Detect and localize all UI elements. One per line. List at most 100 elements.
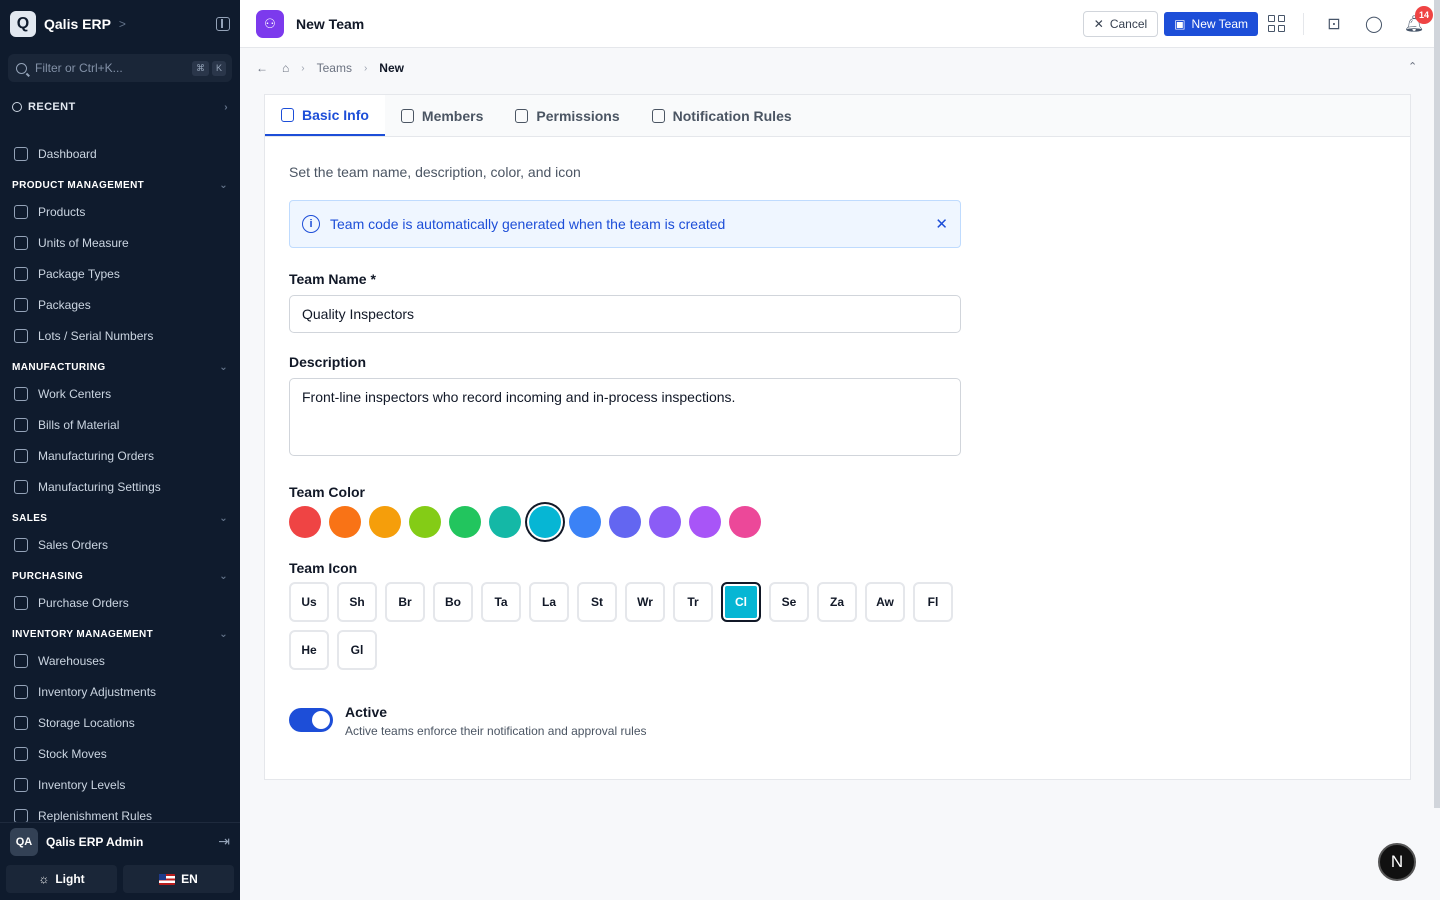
sidebar-item[interactable]: Replenishment Rules [0, 800, 240, 822]
nav-item-icon [14, 448, 28, 463]
chevron-down-icon: ⌄ [219, 362, 228, 373]
description-textarea[interactable]: Front-line inspectors who record incomin… [289, 378, 961, 456]
sidebar-item[interactable]: Storage Locations [0, 707, 240, 738]
nav-section-header[interactable]: INVENTORY MANAGEMENT ⌄ [0, 624, 240, 645]
sidebar-item[interactable]: Manufacturing Orders [0, 440, 240, 471]
nav-section-header[interactable]: MANUFACTURING ⌄ [0, 357, 240, 378]
tab-notification-rules[interactable]: Notification Rules [636, 95, 808, 136]
color-swatch[interactable] [529, 506, 561, 538]
nav-item-icon [14, 266, 28, 281]
icon-option[interactable]: Tr [673, 582, 713, 622]
tab-members[interactable]: Members [385, 95, 499, 136]
team-name-input[interactable]: Quality Inspectors [289, 295, 961, 333]
scrollbar[interactable] [1434, 0, 1440, 808]
bot-icon[interactable]: ⊡ [1324, 14, 1344, 34]
tab-bar: Basic Info Members Permissions Notification… [265, 95, 1410, 137]
language-button[interactable]: EN [123, 865, 234, 893]
sidebar-item[interactable]: Stock Moves [0, 738, 240, 769]
color-swatch[interactable] [449, 506, 481, 538]
color-swatch[interactable] [369, 506, 401, 538]
icon-option[interactable]: Se [769, 582, 809, 622]
icon-option[interactable]: Bo [433, 582, 473, 622]
info-alert: i Team code is automatically generated w… [289, 200, 961, 248]
color-swatch[interactable] [649, 506, 681, 538]
sidebar-item[interactable]: Package Types [0, 258, 240, 289]
sidebar-item[interactable]: Packages [0, 289, 240, 320]
nav-section-header[interactable]: PRODUCT MANAGEMENT ⌄ [0, 175, 240, 196]
breadcrumb: ← ⌂ › Teams › New [256, 58, 404, 78]
color-swatch[interactable] [729, 506, 761, 538]
us-flag-icon [159, 873, 176, 885]
users-icon [400, 108, 414, 123]
icon-option[interactable]: Za [817, 582, 857, 622]
sidebar-item-label: Stock Moves [38, 746, 107, 761]
color-swatch[interactable] [409, 506, 441, 538]
icon-option[interactable]: He [289, 630, 329, 670]
color-swatch[interactable] [329, 506, 361, 538]
alert-text: Team code is automatically generated whe… [330, 216, 726, 232]
nav-item-icon [14, 235, 28, 250]
icon-option[interactable]: Cl [721, 582, 761, 622]
close-icon[interactable]: ✕ [935, 215, 948, 233]
avatar: QA [10, 827, 38, 856]
color-swatch[interactable] [689, 506, 721, 538]
nav-section-title: PURCHASING [12, 571, 84, 582]
recent-toggle[interactable]: RECENT › [0, 96, 240, 118]
home-icon[interactable]: ⌂ [282, 61, 289, 75]
sidebar-item[interactable]: Work Centers [0, 378, 240, 409]
sidebar-item-dashboard[interactable]: Dashboard [0, 138, 240, 169]
icon-option[interactable]: Aw [865, 582, 905, 622]
tab-permissions[interactable]: Permissions [499, 95, 635, 136]
sidebar-item[interactable]: Inventory Adjustments [0, 676, 240, 707]
logout-icon[interactable]: ⇥ [218, 833, 230, 850]
user-menu[interactable]: QA Qalis ERP Admin ⇥ [0, 822, 240, 860]
icon-option[interactable]: Us [289, 582, 329, 622]
sidebar-item[interactable]: Sales Orders [0, 529, 240, 560]
cancel-button[interactable]: ✕ Cancel [1082, 10, 1159, 37]
sidebar-item[interactable]: Bills of Material [0, 409, 240, 440]
color-swatch[interactable] [569, 506, 601, 538]
sidebar-item[interactable]: Warehouses [0, 645, 240, 676]
icon-option[interactable]: Wr [625, 582, 665, 622]
icon-option[interactable]: Gl [337, 630, 377, 670]
chat-icon[interactable]: ◯ [1364, 14, 1384, 34]
chevron-up-icon[interactable]: ⌃ [1408, 60, 1417, 73]
active-toggle[interactable] [289, 708, 333, 732]
team-color-label: Team Color [289, 484, 365, 500]
icon-option[interactable]: Fl [913, 582, 953, 622]
user-name: Qalis ERP Admin [46, 834, 144, 849]
app-logo: Q [10, 11, 36, 37]
tab-label: Basic Info [302, 106, 369, 123]
sidebar-collapse-icon[interactable] [216, 17, 230, 31]
icon-option[interactable]: Br [385, 582, 425, 622]
color-swatch[interactable] [609, 506, 641, 538]
theme-toggle-button[interactable]: ☼ Light [6, 865, 117, 893]
color-swatch[interactable] [489, 506, 521, 538]
chevron-right-icon[interactable]: > [119, 17, 126, 31]
sidebar-item-label: Bills of Material [38, 417, 120, 432]
save-team-button[interactable]: ▣ New Team [1164, 11, 1258, 36]
icon-option[interactable]: St [577, 582, 617, 622]
brand[interactable]: Q Qalis ERP > [0, 0, 240, 48]
sidebar-item[interactable]: Lots / Serial Numbers [0, 320, 240, 351]
sidebar-item[interactable]: Manufacturing Settings [0, 471, 240, 502]
nav-section-header[interactable]: PURCHASING ⌄ [0, 566, 240, 587]
icon-option[interactable]: La [529, 582, 569, 622]
assistant-button[interactable]: N [1378, 843, 1416, 881]
breadcrumb-teams[interactable]: Teams [317, 61, 352, 75]
apps-grid-icon[interactable] [1268, 15, 1285, 32]
icon-option[interactable]: Ta [481, 582, 521, 622]
nav-section-header[interactable]: SALES ⌄ [0, 508, 240, 529]
color-swatch[interactable] [289, 506, 321, 538]
filter-input[interactable]: Filter or Ctrl+K... ⌘ K [8, 54, 232, 82]
sidebar-item[interactable]: Products [0, 196, 240, 227]
bell-icon[interactable]: 🔔︎ 14 [1404, 5, 1433, 34]
sidebar-item-label: Lots / Serial Numbers [38, 328, 154, 343]
sidebar-item[interactable]: Units of Measure [0, 227, 240, 258]
sidebar-item[interactable]: Inventory Levels [0, 769, 240, 800]
back-arrow-icon[interactable]: ← [256, 61, 268, 75]
sidebar-item[interactable]: Purchase Orders [0, 587, 240, 618]
sidebar-item-label: Storage Locations [38, 715, 135, 730]
tab-basic-info[interactable]: Basic Info [265, 95, 385, 136]
icon-option[interactable]: Sh [337, 582, 377, 622]
